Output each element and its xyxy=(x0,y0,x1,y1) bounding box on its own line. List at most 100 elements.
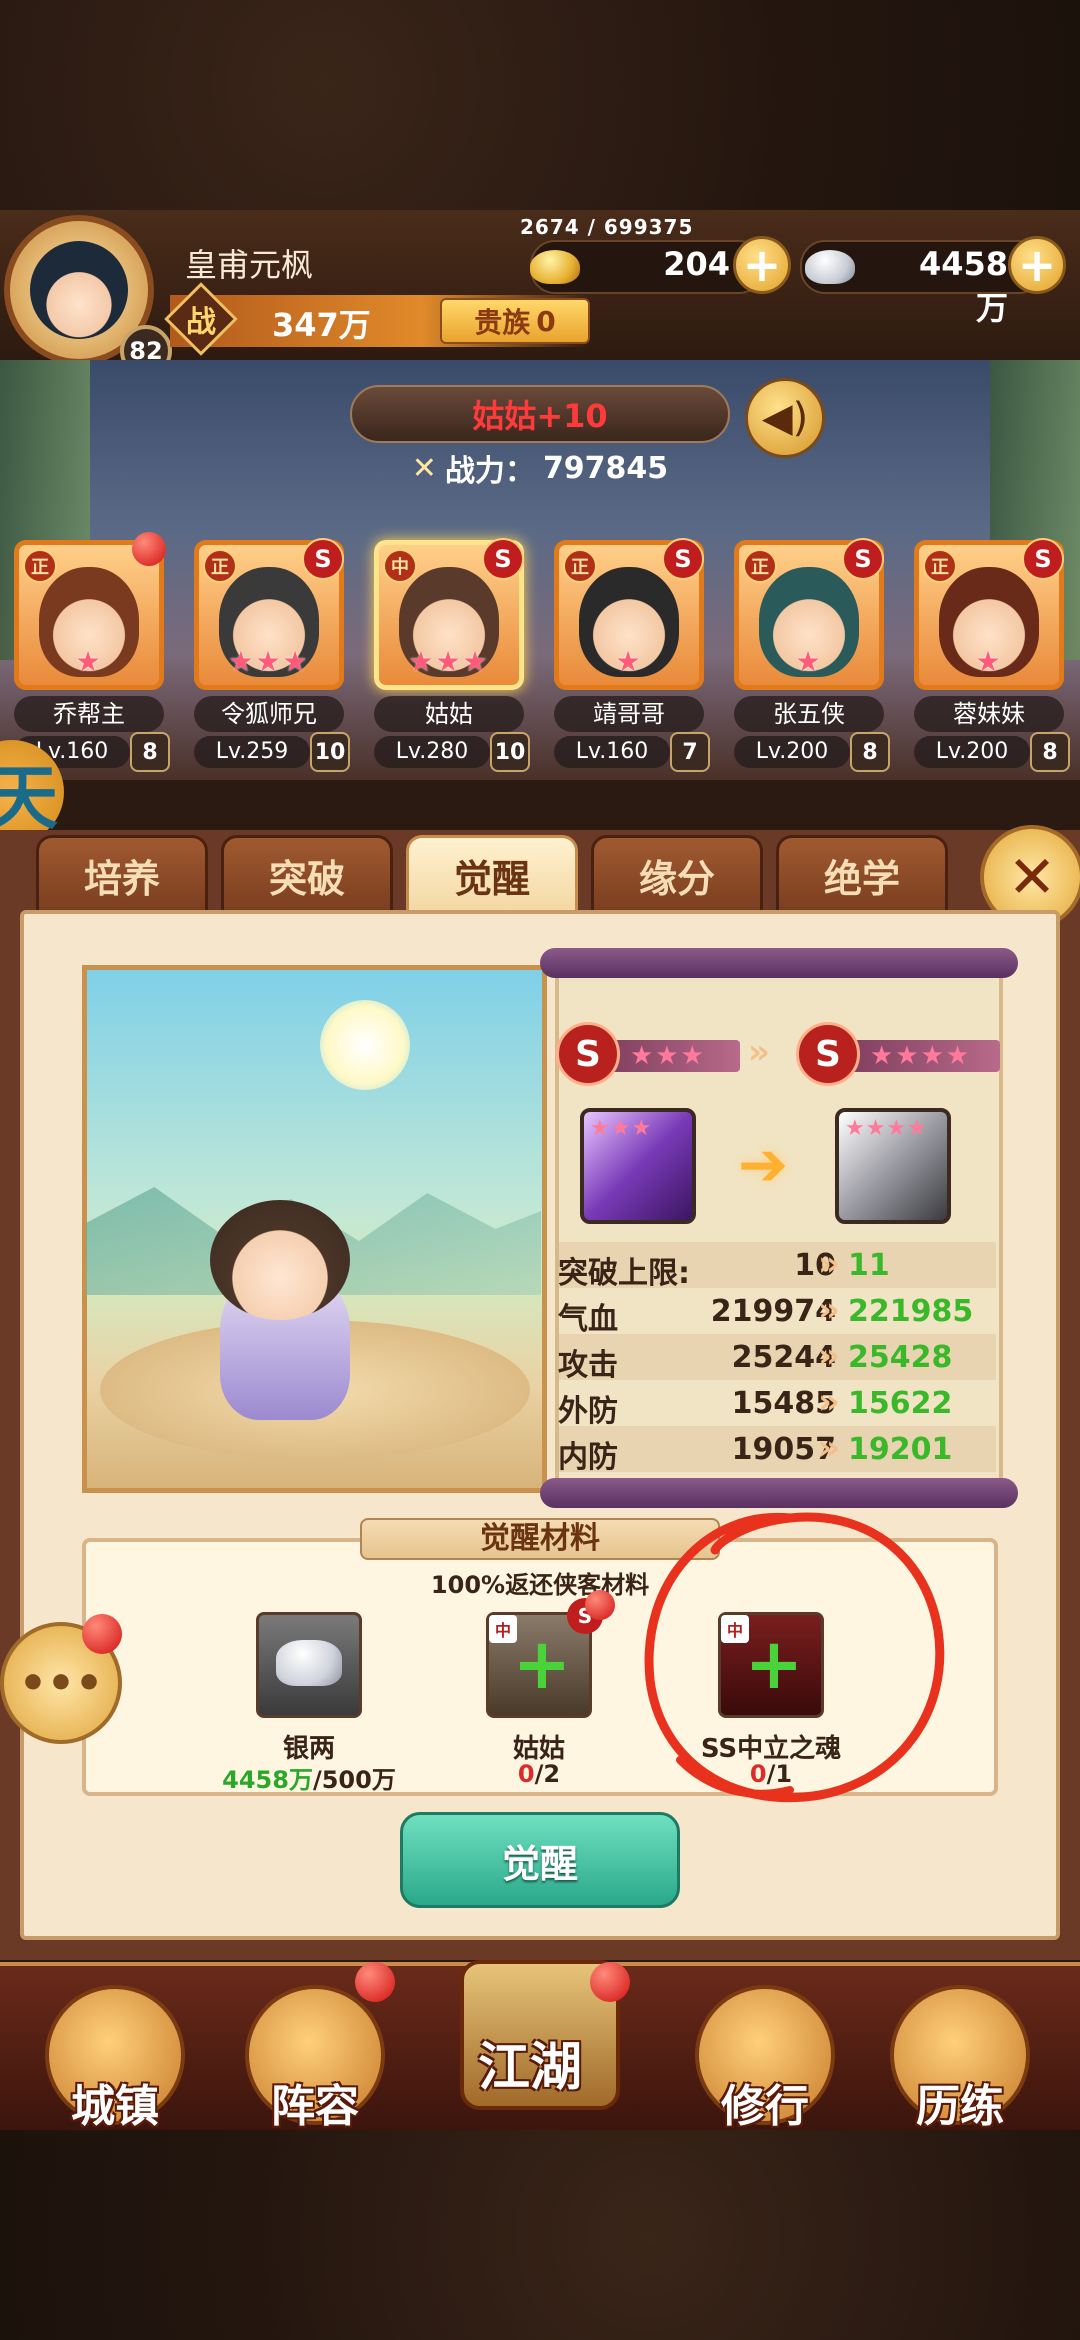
hero-count: 7 xyxy=(670,732,710,772)
material-need: /2 xyxy=(534,1760,561,1788)
add-gold-button[interactable]: + xyxy=(733,236,791,294)
hero-level: Lv.200 xyxy=(914,736,1030,768)
stat-row: 攻击 25244» 25428 xyxy=(556,1334,996,1383)
speaker-icon: ◀) xyxy=(761,395,809,441)
stat-label: 突破上限: xyxy=(558,1256,690,1291)
stat-next: 221985 xyxy=(848,1294,974,1329)
current-crystal-stars: ★★★ xyxy=(590,1116,653,1141)
hero-rank-badge: S xyxy=(842,538,884,580)
add-icon: + xyxy=(512,1623,572,1705)
gold-ingot-icon xyxy=(530,250,580,284)
hero-rank-badge: S xyxy=(1022,538,1064,580)
player-power-value: 347万 xyxy=(272,306,371,344)
hero-level: Lv.160 xyxy=(554,736,670,768)
nav-label[interactable]: 修行 xyxy=(685,2070,845,2134)
bottom-background xyxy=(0,2130,1080,2340)
hero-rank-badge: S xyxy=(482,538,524,580)
next-hero-crystal[interactable]: ★★★★ xyxy=(835,1108,951,1224)
hero-card-2[interactable]: ★★★ 中 S 姑姑 Lv.280 10 xyxy=(374,538,530,772)
noble-badge[interactable]: 贵族 0 xyxy=(440,298,590,344)
hero-count: 8 xyxy=(130,732,170,772)
avatar-portrait xyxy=(30,241,128,339)
hero-count: 8 xyxy=(1030,732,1070,772)
stat-next: 25428 xyxy=(848,1340,953,1375)
notification-dot xyxy=(585,1590,615,1620)
hero-level: Lv.200 xyxy=(734,736,850,768)
material-have: 4458万 xyxy=(222,1766,313,1794)
stat-arrow-icon: » xyxy=(818,1290,840,1330)
hero-stars: ★ xyxy=(75,645,103,678)
current-hero-crystal[interactable]: ★★★ xyxy=(580,1108,696,1224)
hero-rank-badge: S xyxy=(662,538,704,580)
tab-3[interactable]: 缘分 xyxy=(591,835,763,915)
event-icon[interactable]: 天 xyxy=(0,740,64,844)
stat-label: 攻击 xyxy=(558,1348,618,1383)
hero-name: 蓉妹妹 xyxy=(914,696,1064,732)
stat-label: 内防 xyxy=(558,1440,618,1475)
material-count: 0/2 xyxy=(429,1760,649,1788)
tab-4[interactable]: 绝学 xyxy=(776,835,948,915)
hero-power-label: 战力： xyxy=(444,454,535,489)
stat-row: 外防 15485» 15622 xyxy=(556,1380,996,1429)
voice-play-button[interactable]: ◀) xyxy=(745,378,825,458)
rank-arrow-icon: » xyxy=(748,1032,770,1072)
hero-level: Lv.280 xyxy=(374,736,490,768)
nav-notification-dot xyxy=(590,1962,630,2002)
hero-stars: ★ xyxy=(975,645,1003,678)
silver-value: 4458万 xyxy=(918,245,1008,327)
hero-stars: ★★★ xyxy=(408,645,490,678)
hero-power-value: 797845 xyxy=(542,450,669,486)
top-background xyxy=(0,0,1080,210)
noble-label: 贵族 xyxy=(474,306,531,339)
red-circle-annotation xyxy=(644,1512,945,1803)
tab-1[interactable]: 突破 xyxy=(221,835,393,915)
stat-label: 外防 xyxy=(558,1394,618,1429)
stat-label: 气血 xyxy=(558,1302,618,1337)
stat-arrow-icon: » xyxy=(818,1428,840,1468)
noble-level: 0 xyxy=(536,304,556,338)
sun-decoration xyxy=(320,1000,410,1090)
stat-row: 内防 19057» 19201 xyxy=(556,1426,996,1475)
from-rank-icon: S xyxy=(556,1022,620,1086)
stat-arrow-icon: » xyxy=(818,1382,840,1422)
add-silver-button[interactable]: + xyxy=(1008,236,1066,294)
upgrade-arrow-icon: ➔ xyxy=(737,1130,789,1200)
hero-name: 靖哥哥 xyxy=(554,696,704,732)
nav-label[interactable]: 城镇 xyxy=(35,2070,195,2134)
hero-faction-tag: 正 xyxy=(203,549,237,583)
nav-label[interactable]: 阵容 xyxy=(235,2070,395,2134)
stat-next: 15622 xyxy=(848,1386,953,1421)
hero-card-1[interactable]: ★★★ 正 S 令狐师兄 Lv.259 10 xyxy=(194,538,350,772)
stat-next: 11 xyxy=(848,1248,890,1283)
hero-card-4[interactable]: ★ 正 S 张五侠 Lv.200 8 xyxy=(734,538,890,772)
material-count: 4458万/500万 xyxy=(199,1760,419,1795)
player-name: 皇甫元枫 xyxy=(185,246,314,284)
hero-faction-tag: 正 xyxy=(23,549,57,583)
battle-power-icon-label: 战 xyxy=(186,305,216,340)
tab-0[interactable]: 培养 xyxy=(36,835,208,915)
hero-card-0[interactable]: ★ 正乔帮主 Lv.160 8 xyxy=(14,532,170,772)
stat-next: 19201 xyxy=(848,1432,953,1467)
hero-stars: ★ xyxy=(615,645,643,678)
gold-value: 204 xyxy=(663,245,730,283)
chat-notification-dot xyxy=(82,1614,122,1654)
hero-stars: ★★★ xyxy=(228,645,310,678)
hero-card-3[interactable]: ★ 正 S 靖哥哥 Lv.160 7 xyxy=(554,538,710,772)
silver-ingot-icon xyxy=(805,250,855,284)
hero-faction-tag: 正 xyxy=(923,549,957,583)
hero-name: 姑姑 xyxy=(374,696,524,732)
hero-count: 10 xyxy=(310,732,350,772)
tab-2[interactable]: 觉醒 xyxy=(406,835,578,915)
close-icon: ✕ xyxy=(1007,843,1057,911)
silver-ingot-icon xyxy=(276,1640,342,1686)
hero-stars: ★ xyxy=(795,645,823,678)
stat-row: 突破上限: 10» 11 xyxy=(556,1242,996,1291)
hero-model-head xyxy=(210,1200,350,1320)
scroll-rod-top xyxy=(540,948,1018,978)
nav-label[interactable]: 历练 xyxy=(880,2070,1040,2134)
hero-card-5[interactable]: ★ 正 S 蓉妹妹 Lv.200 8 xyxy=(914,538,1070,772)
hero-faction-tag: 中 xyxy=(383,549,417,583)
hero-faction-tag: 正 xyxy=(563,549,597,583)
hero-name: 令狐师兄 xyxy=(194,696,344,732)
nav-label[interactable]: 江湖 xyxy=(450,2025,610,2100)
